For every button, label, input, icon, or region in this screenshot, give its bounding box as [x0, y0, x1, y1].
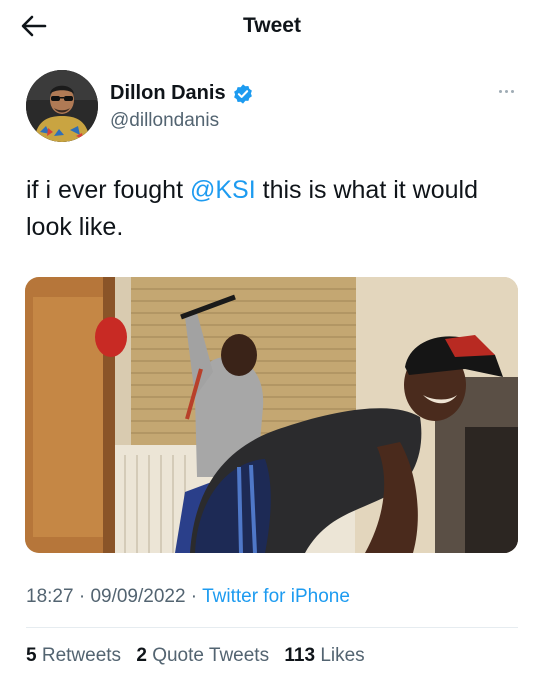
- tweet-text-start: if i ever fought: [26, 176, 190, 204]
- likes-count: 113: [284, 645, 316, 666]
- quote-tweets-stat[interactable]: 2 Quote Tweets: [136, 645, 269, 666]
- tweet-source-link[interactable]: Twitter for iPhone: [202, 586, 350, 607]
- retweets-count: 5: [26, 645, 37, 666]
- verified-badge-icon: [233, 83, 252, 104]
- author-handle[interactable]: @dillondanis: [110, 110, 219, 132]
- author-name-row[interactable]: Dillon Danis: [110, 82, 254, 105]
- tweet-time: 18:27: [26, 586, 74, 607]
- engagement-stats: 5 Retweets 2 Quote Tweets 113 Likes: [26, 645, 375, 667]
- tweet-media-image[interactable]: [25, 277, 518, 553]
- avatar[interactable]: [26, 70, 98, 142]
- tweet-text: if i ever fought @KSI this is what it wo…: [26, 172, 506, 246]
- avatar-image: [26, 70, 98, 142]
- author-display-name: Dillon Danis: [110, 82, 226, 104]
- tweet-date: 09/09/2022: [90, 586, 186, 607]
- more-dot-icon: [510, 89, 514, 93]
- photo: [25, 277, 518, 553]
- likes-stat[interactable]: 113 Likes: [284, 645, 364, 666]
- more-dot-icon: [504, 89, 508, 93]
- more-options-button[interactable]: [492, 84, 520, 98]
- page-title: Tweet: [243, 14, 301, 37]
- top-bar: Tweet: [0, 0, 544, 52]
- quotes-count: 2: [136, 645, 147, 666]
- quotes-label: Quote Tweets: [152, 645, 270, 666]
- divider: [26, 627, 518, 628]
- retweets-label: Retweets: [41, 645, 122, 666]
- tweet-metadata: 18:27 · 09/09/2022 · Twitter for iPhone: [26, 586, 350, 607]
- more-dot-icon: [498, 89, 502, 93]
- retweets-stat[interactable]: 5 Retweets: [26, 645, 121, 666]
- mention-link[interactable]: @KSI: [190, 176, 256, 204]
- likes-label: Likes: [320, 645, 365, 666]
